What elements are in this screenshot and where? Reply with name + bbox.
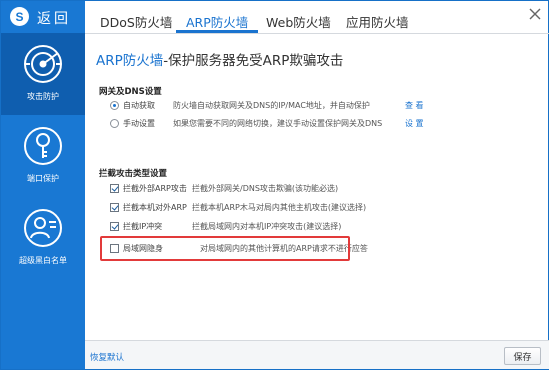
tab-app-firewall[interactable]: 应用防火墙 (346, 12, 409, 31)
tab-arp-firewall[interactable]: ARP防火墙 (186, 12, 248, 31)
page-title-rest: -保护服务器免受ARP欺骗攻击 (163, 53, 344, 69)
view-link[interactable]: 查 看 (405, 100, 424, 111)
annotation-highlight-box (100, 236, 350, 261)
app-window: S 返回 攻击防护 端口保护 超级黑白名单 DDoS防火墙 ARP防火墙 Web… (0, 0, 549, 370)
key-icon (24, 127, 62, 165)
sidebar-item-label: 超级黑白名单 (19, 256, 67, 265)
back-label: 返回 (37, 11, 71, 27)
tab-ddos-firewall[interactable]: DDoS防火墙 (100, 12, 172, 31)
external-arp-checkbox[interactable] (110, 184, 119, 193)
settings-link[interactable]: 设 置 (405, 118, 424, 129)
option-desc: 拦截本机ARP木马对局内其他主机攻击(建议选择) (192, 203, 367, 212)
back-button[interactable]: S 返回 (1, 1, 85, 33)
gateway-option-auto[interactable]: 自动获取 防火墙自动获取网关及DNS的IP/MAC地址，并自动保护 查 看 (109, 99, 529, 113)
option-name: 自动获取 (123, 101, 155, 110)
app-logo-icon: S (10, 7, 29, 26)
tab-web-firewall[interactable]: Web防火墙 (266, 12, 331, 31)
auto-radio[interactable] (110, 101, 119, 110)
tab-bar: DDoS防火墙 ARP防火墙 Web防火墙 应用防火墙 (85, 1, 549, 34)
sidebar-item-port-protection[interactable]: 端口保护 (1, 115, 85, 197)
option-name: 拦截IP冲突 (123, 222, 163, 231)
option-name: 拦截本机对外ARP (123, 203, 187, 212)
option-name: 拦截外部ARP攻击 (123, 184, 187, 193)
intercept-option-external-arp[interactable]: 拦截外部ARP攻击 拦截外部网关/DNS攻击欺骗(该功能必选) (109, 182, 529, 196)
option-desc: 防火墙自动获取网关及DNS的IP/MAC地址，并自动保护 (173, 101, 370, 110)
radar-shield-icon (24, 45, 62, 83)
save-button[interactable]: 保存 (504, 347, 541, 365)
footer-bar: 恢复默认 保存 (85, 340, 549, 369)
option-name: 手动设置 (123, 119, 155, 128)
intercept-section-title: 拦截攻击类型设置 (99, 169, 168, 179)
ip-conflict-checkbox[interactable] (110, 222, 119, 231)
page-title: ARP防火墙-保护服务器免受ARP欺骗攻击 (96, 49, 343, 69)
sidebar-item-label: 端口保护 (27, 174, 59, 183)
active-tab-indicator (176, 30, 258, 33)
gateway-option-manual[interactable]: 手动设置 如果您需要不同的网络切换，建议手动设置保护网关及DNS 设 置 (109, 117, 529, 131)
restore-defaults-link[interactable]: 恢复默认 (90, 351, 124, 363)
sidebar-item-label: 攻击防护 (27, 92, 59, 101)
intercept-option-local-arp[interactable]: 拦截本机对外ARP 拦截本机ARP木马对局内其他主机攻击(建议选择) (109, 201, 529, 215)
intercept-option-ip-conflict[interactable]: 拦截IP冲突 拦截局域网内对本机IP冲突攻击(建议选择) (109, 220, 529, 234)
manual-radio[interactable] (110, 119, 119, 128)
page-title-highlight: ARP防火墙 (96, 53, 164, 69)
user-list-icon (24, 209, 62, 247)
gateway-section-title: 网关及DNS设置 (99, 87, 162, 97)
option-desc: 如果您需要不同的网络切换，建议手动设置保护网关及DNS (173, 119, 383, 128)
sidebar-item-attack-protection[interactable]: 攻击防护 (1, 33, 85, 115)
sidebar-item-blackwhite-list[interactable]: 超级黑白名单 (1, 197, 85, 279)
option-desc: 拦截局域网内对本机IP冲突攻击(建议选择) (192, 222, 342, 231)
sidebar: S 返回 攻击防护 端口保护 超级黑白名单 (1, 1, 85, 369)
local-arp-checkbox[interactable] (110, 203, 119, 212)
option-desc: 拦截外部网关/DNS攻击欺骗(该功能必选) (192, 184, 339, 193)
